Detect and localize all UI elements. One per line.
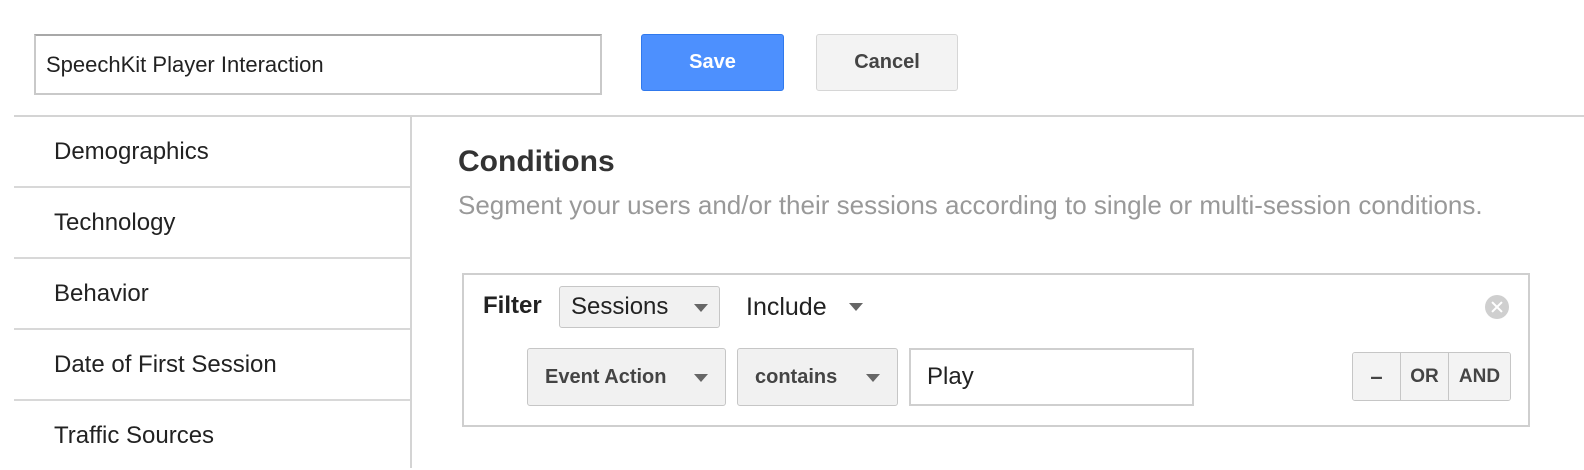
sidebar-item-date-of-first-session[interactable]: Date of First Session — [14, 330, 410, 401]
page-subtitle: Segment your users and/or their sessions… — [458, 190, 1483, 220]
save-button[interactable]: Save — [641, 34, 784, 91]
chevron-down-icon — [694, 304, 708, 312]
segment-category-sidebar: Demographics Technology Behavior Date of… — [14, 117, 410, 470]
sidebar-item-demographics[interactable]: Demographics — [14, 117, 410, 188]
condition-value-input[interactable] — [909, 348, 1194, 406]
sidebar-item-technology[interactable]: Technology — [14, 188, 410, 259]
include-dropdown-value: Include — [746, 292, 827, 321]
filter-label: Filter — [483, 292, 542, 319]
chevron-down-icon — [694, 374, 708, 382]
include-dropdown[interactable]: Include — [746, 286, 863, 328]
or-button[interactable]: OR — [1401, 353, 1449, 400]
sidebar-item-label: Date of First Session — [54, 350, 277, 378]
scope-dropdown-value: Sessions — [571, 293, 669, 320]
scope-dropdown[interactable]: Sessions — [559, 286, 720, 328]
sidebar-item-behavior[interactable]: Behavior — [14, 259, 410, 330]
sidebar-item-label: Technology — [54, 208, 176, 236]
condition-button-group: – OR AND — [1352, 352, 1511, 401]
page-title: Conditions — [458, 145, 615, 178]
sidebar-item-traffic-sources[interactable]: Traffic Sources — [14, 401, 410, 470]
chevron-down-icon — [866, 374, 880, 382]
remove-condition-button[interactable]: – — [1353, 353, 1401, 400]
sidebar-item-label: Demographics — [54, 137, 209, 165]
close-circle-icon[interactable] — [1485, 295, 1509, 319]
dimension-dropdown[interactable]: Event Action — [527, 348, 726, 406]
and-button[interactable]: AND — [1449, 353, 1510, 400]
cancel-button[interactable]: Cancel — [816, 34, 958, 91]
chevron-down-icon — [848, 303, 863, 311]
operator-dropdown[interactable]: contains — [737, 348, 898, 406]
operator-dropdown-value: contains — [755, 365, 838, 388]
sidebar-divider — [410, 117, 412, 468]
sidebar-item-label: Traffic Sources — [54, 421, 215, 449]
dimension-dropdown-value: Event Action — [545, 365, 667, 388]
sidebar-item-label: Behavior — [54, 279, 149, 307]
segment-name-input[interactable] — [34, 34, 602, 95]
